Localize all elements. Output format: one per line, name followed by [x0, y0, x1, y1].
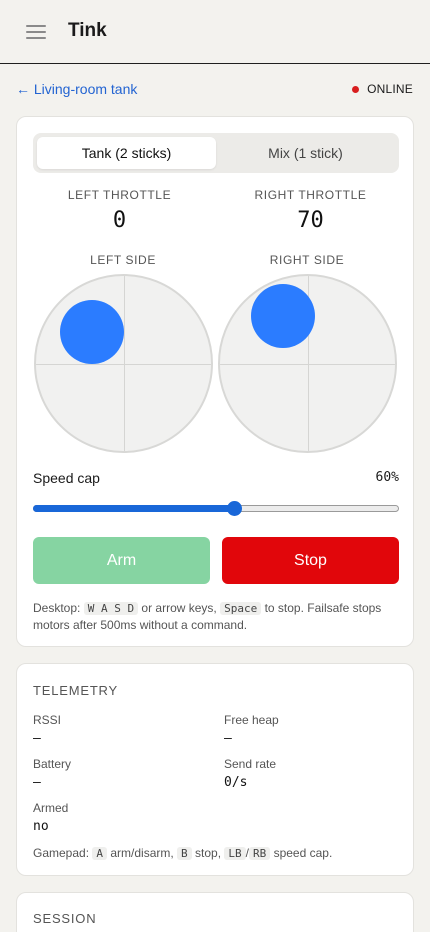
speed-cap-thumb[interactable] [227, 501, 243, 516]
right-side-label: RIGHT SIDE [269, 253, 345, 267]
mode-switch: Tank (2 sticks) Mix (1 stick) [33, 133, 399, 173]
gamepad-help: Gamepad: A arm/disarm, B stop, LB / RB spe… [33, 846, 333, 860]
status-text: ONLINE [367, 82, 413, 96]
right-joystick[interactable] [218, 274, 397, 453]
rssi-value: — [33, 731, 41, 746]
menu-icon[interactable] [26, 25, 46, 39]
free-heap-label: Free heap [224, 713, 279, 727]
left-side-label: LEFT SIDE [90, 253, 156, 267]
speed-cap-row: Speed cap 60% [33, 470, 399, 486]
send-rate-label: Send rate [224, 757, 277, 771]
right-throttle-value: 70 [297, 208, 324, 233]
battery-label: Battery [33, 757, 72, 771]
app-bar: Tink [0, 0, 430, 64]
tab-mix-mode[interactable]: Mix (1 stick) [216, 137, 395, 169]
rssi-label: RSSI [33, 713, 62, 727]
session-card: SESSION [16, 892, 414, 932]
gamepad-rb-hint: RB [248, 847, 271, 860]
speed-cap-label: Speed cap [33, 470, 100, 486]
left-throttle-label: LEFT THROTTLE [67, 188, 172, 202]
wasd-key-hint: W A S D [83, 602, 139, 615]
status-dot-icon [352, 85, 360, 93]
left-joystick-knob[interactable] [60, 300, 124, 364]
connection-status: ONLINE [352, 82, 413, 96]
speed-cap-value: 60% [375, 470, 399, 485]
battery-value: — [33, 775, 41, 790]
back-link[interactable]: ← Living-room tank [16, 81, 137, 97]
controls-card: Tank (2 sticks) Mix (1 stick) LEFT THROT… [16, 116, 414, 647]
left-joystick[interactable] [34, 274, 213, 453]
keyboard-help: Desktop: W A S D or arrow keys, Space to… [33, 601, 382, 632]
armed-value: no [33, 819, 49, 834]
left-throttle: LEFT THROTTLE 0 [28, 188, 211, 233]
tab-tank-mode[interactable]: Tank (2 sticks) [37, 137, 216, 169]
telemetry-card: TELEMETRY RSSI — Free heap — Battery — S… [16, 663, 414, 876]
armed-label: Armed [33, 801, 69, 815]
app-title: Tink [68, 20, 107, 41]
left-throttle-value: 0 [112, 208, 127, 233]
telemetry-title: TELEMETRY [33, 683, 118, 698]
speed-cap-slider[interactable] [33, 501, 399, 516]
stop-button[interactable]: Stop [222, 537, 399, 584]
session-title: SESSION [33, 911, 97, 926]
send-rate-value: 0/s [224, 775, 248, 790]
right-joystick-knob[interactable] [251, 284, 315, 348]
right-throttle-label: RIGHT THROTTLE [254, 188, 367, 202]
gamepad-a-hint: A [92, 847, 108, 860]
free-heap-value: — [224, 731, 232, 746]
gamepad-lb-hint: LB [224, 847, 246, 860]
space-key-hint: Space [220, 602, 262, 615]
right-throttle: RIGHT THROTTLE 70 [219, 188, 402, 233]
gamepad-b-hint: B [177, 847, 192, 860]
arm-button[interactable]: Arm [33, 537, 210, 584]
